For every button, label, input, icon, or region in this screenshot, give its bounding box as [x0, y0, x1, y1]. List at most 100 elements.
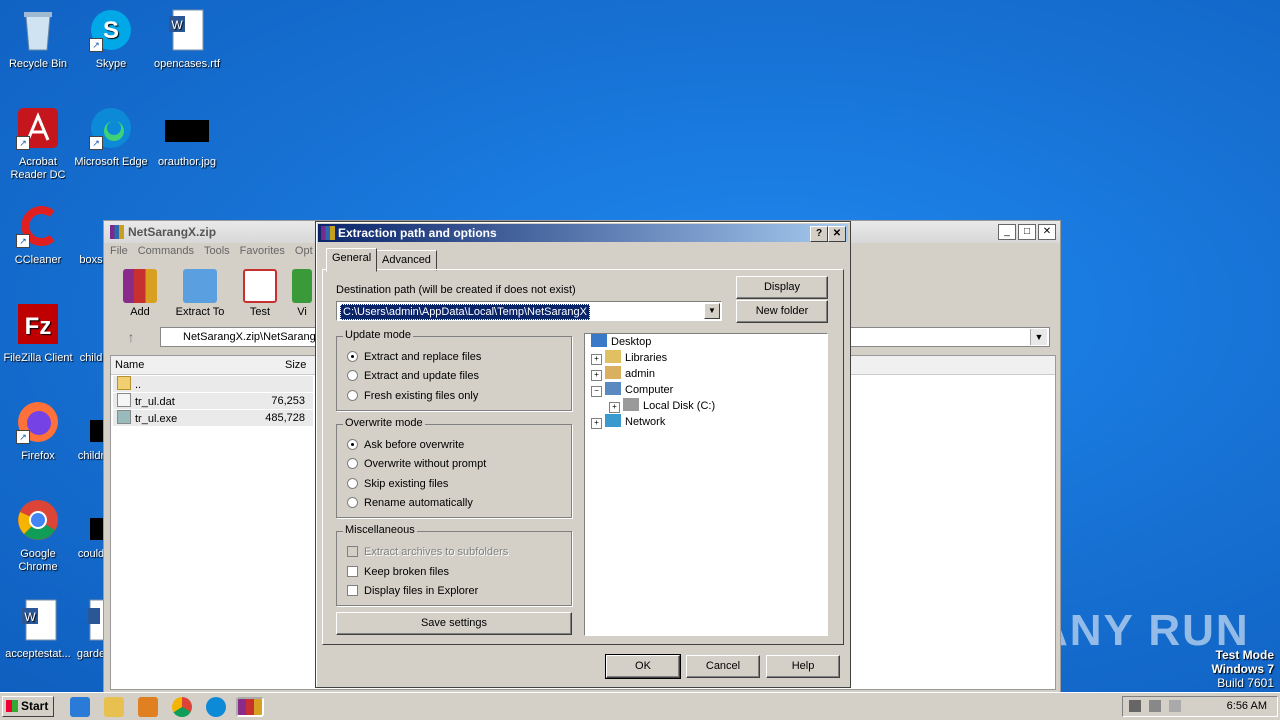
test-mode-text: Test Mode Windows 7 Build 7601 — [1211, 648, 1274, 690]
tree-item-computer[interactable]: − Computer — [591, 382, 673, 398]
clock[interactable]: 6:56 AM — [1227, 700, 1267, 712]
menu-options[interactable]: Opt — [295, 245, 313, 257]
desktop-icon-ccleaner[interactable]: ↗ CCleaner — [0, 202, 76, 267]
chevron-down-icon[interactable]: ▼ — [1030, 329, 1047, 345]
checkbox-icon — [347, 566, 358, 577]
start-button[interactable]: Start — [2, 696, 54, 717]
destination-path-combo[interactable]: C:\Users\admin\AppData\Local\Temp\NetSar… — [336, 301, 722, 321]
speaker-icon[interactable] — [1129, 700, 1141, 712]
computer-icon — [605, 382, 621, 395]
menu-tools[interactable]: Tools — [204, 245, 230, 257]
desktop-icon-acceptestat[interactable]: W acceptestat... — [0, 596, 76, 661]
collapse-icon[interactable]: − — [591, 386, 602, 397]
desktop-icon-chrome[interactable]: Google Chrome — [0, 496, 76, 574]
ie-icon[interactable] — [70, 697, 90, 717]
radio-extract-update[interactable]: Extract and update files — [347, 369, 479, 383]
media-player-icon[interactable] — [138, 697, 158, 717]
winrar-toolbar: Add Extract To Test Vi — [112, 267, 312, 318]
save-settings-button[interactable]: Save settings — [336, 612, 572, 635]
tab-general[interactable]: General — [326, 248, 378, 272]
window-controls: _ □ ✕ — [998, 224, 1056, 240]
tree-item-network[interactable]: + Network — [591, 414, 665, 430]
minimize-button[interactable]: _ — [998, 224, 1016, 240]
radio-icon — [347, 370, 358, 381]
close-title-button[interactable]: ✕ — [828, 226, 846, 242]
image-thumb-icon — [163, 104, 211, 152]
column-name[interactable]: Name — [115, 359, 144, 371]
file-row[interactable]: tr_ul.exe 485,728 — [113, 410, 313, 426]
desktop-icon-skype[interactable]: S ↗ Skype — [73, 6, 149, 71]
tree-item-admin[interactable]: + admin — [591, 366, 655, 382]
menu-favorites[interactable]: Favorites — [240, 245, 285, 257]
word-doc-icon — [76, 596, 107, 644]
desktop-icon-firefox[interactable]: ↗ Firefox — [0, 398, 76, 463]
recycle-bin-icon — [14, 6, 62, 54]
view-button[interactable]: Vi — [292, 267, 312, 318]
tree-item-desktop[interactable]: Desktop — [591, 334, 651, 350]
tree-item-local-disk[interactable]: + Local Disk (C:) — [609, 398, 715, 414]
add-button[interactable]: Add — [112, 267, 168, 318]
expand-icon[interactable]: + — [591, 418, 602, 429]
winrar-app-icon — [321, 226, 335, 240]
radio-icon — [347, 458, 358, 469]
extract-to-button[interactable]: Extract To — [172, 267, 228, 318]
user-folder-icon — [605, 366, 621, 379]
file-row[interactable]: tr_ul.dat 76,253 — [113, 393, 313, 409]
flag-icon[interactable] — [1169, 700, 1181, 712]
column-size[interactable]: Size — [285, 359, 306, 371]
cancel-button[interactable]: Cancel — [686, 655, 760, 678]
ok-button[interactable]: OK — [605, 654, 681, 679]
filezilla-icon: Fz — [14, 300, 62, 348]
up-arrow-icon[interactable]: ↑ — [112, 326, 150, 348]
folder-tree: Desktop + Libraries + admin − Computer + Loc… — [584, 333, 828, 636]
checkbox-keep-broken[interactable]: Keep broken files — [347, 565, 449, 579]
folder-up-icon — [117, 376, 131, 390]
edge-icon: ↗ — [87, 104, 135, 152]
display-button[interactable]: Display — [736, 276, 828, 299]
winrar-task-icon[interactable] — [236, 697, 264, 717]
chevron-down-icon[interactable]: ▼ — [704, 303, 720, 319]
help-title-button[interactable]: ? — [810, 226, 828, 242]
radio-fresh-existing[interactable]: Fresh existing files only — [347, 389, 478, 403]
help-button[interactable]: Help — [766, 655, 840, 678]
desktop-icon-opencases[interactable]: W opencases.rtf — [149, 6, 225, 71]
checkbox-display-explorer[interactable]: Display files in Explorer — [347, 584, 478, 598]
close-button[interactable]: ✕ — [1038, 224, 1056, 240]
taskbar: Start 6:56 AM — [0, 692, 1280, 720]
menu-file[interactable]: File — [110, 245, 128, 257]
checkbox-extract-subfolders: Extract archives to subfolders — [347, 545, 508, 559]
desktop-icon-acrobat[interactable]: ↗ Acrobat Reader DC — [0, 104, 76, 182]
expand-icon[interactable]: + — [591, 354, 602, 365]
new-folder-button[interactable]: New folder — [736, 300, 828, 323]
expand-icon[interactable]: + — [591, 370, 602, 381]
maximize-button[interactable]: □ — [1018, 224, 1036, 240]
test-button[interactable]: Test — [232, 267, 288, 318]
checkbox-icon — [347, 546, 358, 557]
destination-label: Destination path (will be created if doe… — [336, 284, 576, 296]
misc-group: Miscellaneous Extract archives to subfol… — [336, 524, 572, 606]
tree-item-libraries[interactable]: + Libraries — [591, 350, 667, 366]
network-tray-icon[interactable] — [1149, 700, 1161, 712]
firefox-icon: ↗ — [14, 398, 62, 446]
menu-commands[interactable]: Commands — [138, 245, 194, 257]
desktop-icon-filezilla[interactable]: Fz FileZilla Client — [0, 300, 76, 365]
desktop-icon-recycle-bin[interactable]: Recycle Bin — [0, 6, 76, 71]
exe-file-icon — [117, 410, 131, 424]
radio-extract-replace[interactable]: Extract and replace files — [347, 350, 481, 364]
expand-icon[interactable]: + — [609, 402, 620, 413]
desktop-icon-edge[interactable]: ↗ Microsoft Edge — [73, 104, 149, 169]
chrome-icon[interactable] — [172, 697, 192, 717]
radio-ask-before-overwrite[interactable]: Ask before overwrite — [347, 438, 464, 452]
word-doc-icon: W — [163, 6, 211, 54]
explorer-icon[interactable] — [104, 697, 124, 717]
file-row-parent[interactable]: .. — [113, 376, 313, 392]
dialog-titlebar[interactable]: Extraction path and options — [318, 224, 848, 242]
desktop-icon-orauthor[interactable]: orauthor.jpg — [149, 104, 225, 169]
system-tray: 6:56 AM — [1122, 696, 1278, 717]
radio-skip-existing[interactable]: Skip existing files — [347, 477, 448, 491]
radio-overwrite-without-prompt[interactable]: Overwrite without prompt — [347, 457, 486, 471]
edge-icon[interactable] — [206, 697, 226, 717]
radio-rename-automatically[interactable]: Rename automatically — [347, 496, 473, 510]
tab-advanced[interactable]: Advanced — [376, 250, 437, 271]
checkbox-icon — [347, 585, 358, 596]
